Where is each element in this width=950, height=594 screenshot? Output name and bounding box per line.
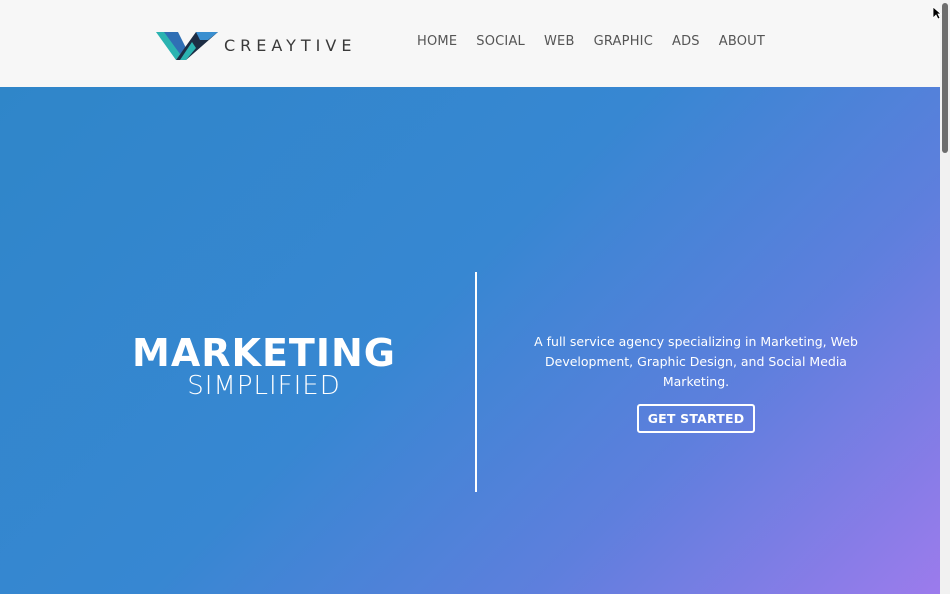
hero-title: MARKETING — [132, 331, 396, 375]
nav-about[interactable]: ABOUT — [719, 34, 765, 49]
creaytive-logo-icon — [156, 32, 218, 60]
nav-graphic[interactable]: GRAPHIC — [594, 34, 653, 49]
nav-home[interactable]: HOME — [417, 34, 457, 49]
hero-description: A full service agency specializing in Ma… — [534, 334, 858, 389]
get-started-button[interactable]: GET STARTED — [636, 404, 756, 433]
scrollbar-thumb[interactable] — [942, 3, 948, 153]
nav-social[interactable]: SOCIAL — [476, 34, 525, 49]
nav-ads[interactable]: ADS — [672, 34, 700, 49]
hero-section: MARKETING SIMPLIFIED A full service agen… — [0, 87, 940, 594]
nav-web[interactable]: WEB — [544, 34, 575, 49]
hero-intro: A full service agency specializing in Ma… — [515, 332, 877, 433]
page-scrollbar[interactable] — [940, 0, 950, 594]
hero-divider — [475, 272, 477, 492]
site-header: CREAYTIVE HOME SOCIAL WEB GRAPHIC ADS AB… — [0, 0, 950, 87]
brand-logo[interactable]: CREAYTIVE — [156, 30, 356, 62]
hero-subtitle: SIMPLIFIED — [187, 371, 341, 401]
hero-heading: MARKETING SIMPLIFIED — [0, 331, 528, 401]
mouse-pointer-icon — [932, 6, 942, 20]
main-nav: HOME SOCIAL WEB GRAPHIC ADS ABOUT — [417, 34, 784, 49]
brand-name: CREAYTIVE — [224, 36, 357, 55]
